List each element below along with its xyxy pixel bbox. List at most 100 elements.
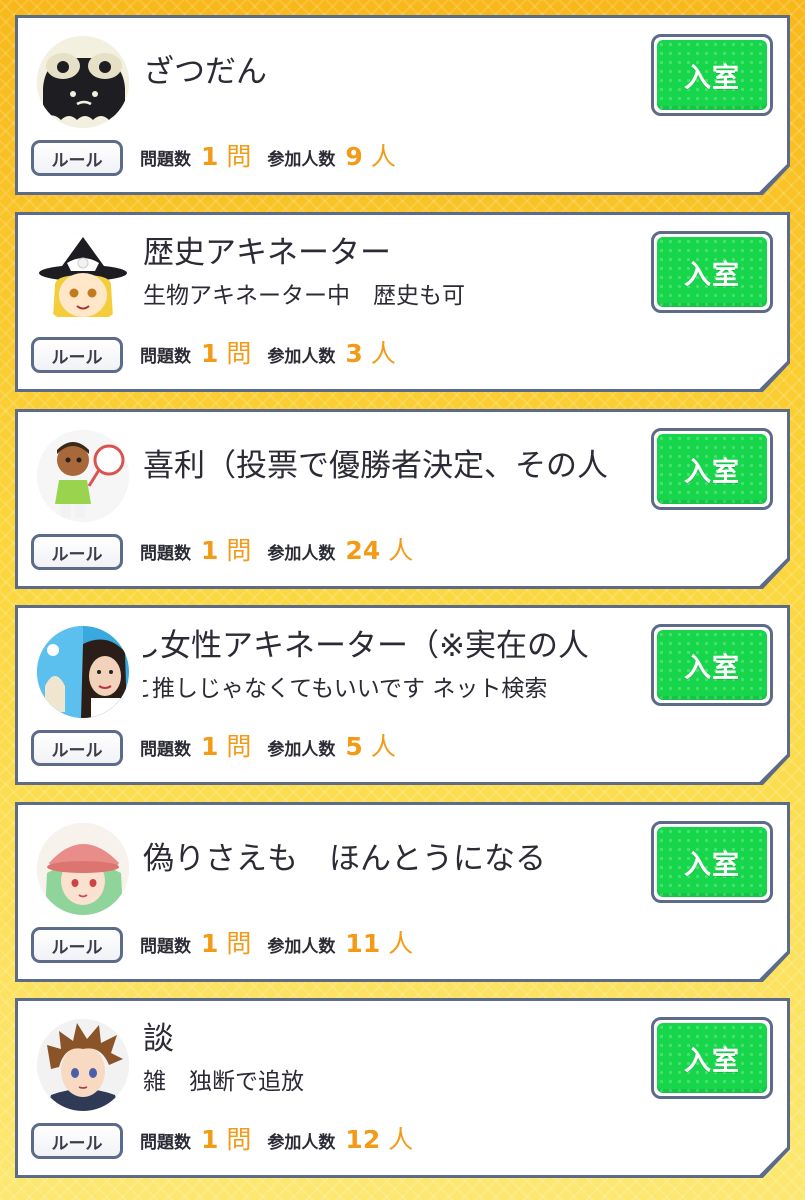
questions-label: 問題数 xyxy=(140,937,191,957)
questions-label: 問題数 xyxy=(140,740,191,760)
room-list: ざつだん 入室 ルール 問題数 1 問 参加人数 9 人 歴史アキネーター 生物… xyxy=(0,0,805,1200)
person-unit: 人 xyxy=(388,929,414,958)
room-card[interactable]: ざつだん 入室 ルール 問題数 1 問 参加人数 9 人 xyxy=(15,15,790,195)
question-unit: 問 xyxy=(226,929,252,958)
participants-label: 参加人数 xyxy=(267,544,336,564)
room-text: 偽りさえも ほんとうになる xyxy=(143,821,638,933)
room-stats: 問題数 1 問 参加人数 5 人 xyxy=(140,724,396,770)
room-stats: 問題数 1 問 参加人数 24 人 xyxy=(140,528,413,574)
rule-button-label: ルール xyxy=(51,347,103,368)
question-unit: 問 xyxy=(226,339,252,368)
rule-button[interactable]: ルール xyxy=(31,534,123,570)
participants-label: 参加人数 xyxy=(267,937,336,957)
woman-photo-avatar-icon xyxy=(37,626,129,718)
enter-room-button[interactable]: 入室 xyxy=(651,428,773,510)
enter-room-button[interactable]: 入室 xyxy=(651,821,773,903)
question-count: 1 xyxy=(201,339,219,368)
participants-label: 参加人数 xyxy=(267,740,336,760)
tennis-player-avatar-icon xyxy=(37,430,129,522)
questions-label: 問題数 xyxy=(140,150,191,170)
green-hair-girl-avatar-icon xyxy=(37,823,129,915)
participant-count: 5 xyxy=(345,732,363,761)
room-card[interactable]: 談 雑 独断で追放 入室 ルール 問題数 1 問 参加人数 12 人 xyxy=(15,998,790,1178)
enter-room-button[interactable]: 入室 xyxy=(651,1017,773,1099)
room-title: ざつだん xyxy=(143,54,267,90)
enter-room-label: 入室 xyxy=(684,1045,740,1077)
person-unit: 人 xyxy=(388,536,414,565)
person-unit: 人 xyxy=(370,732,396,761)
questions-label: 問題数 xyxy=(140,1133,191,1153)
room-card-inner: 偽りさえも ほんとうになる 入室 ルール 問題数 1 問 参加人数 11 人 xyxy=(18,805,787,979)
enter-room-label: 入室 xyxy=(684,849,740,881)
enter-room-label: 入室 xyxy=(684,62,740,94)
questions-label: 問題数 xyxy=(140,347,191,367)
participant-count: 24 xyxy=(345,536,381,565)
rule-button-label: ルール xyxy=(51,740,103,761)
room-card[interactable]: 偽りさえも ほんとうになる 入室 ルール 問題数 1 問 参加人数 11 人 xyxy=(15,802,790,982)
rule-button-label: ルール xyxy=(51,544,103,565)
room-subtitle: 雑 独断で追放 xyxy=(143,1069,304,1095)
room-card[interactable]: 歴史アキネーター 生物アキネーター中 歴史も可 入室 ルール 問題数 1 問 参… xyxy=(15,212,790,392)
room-title: 偽りさえも ほんとうになる xyxy=(143,841,546,877)
question-count: 1 xyxy=(201,536,219,565)
room-stats: 問題数 1 問 参加人数 11 人 xyxy=(140,921,413,967)
room-text: ざつだん xyxy=(143,34,638,146)
rule-button[interactable]: ルール xyxy=(31,730,123,766)
question-count: 1 xyxy=(201,732,219,761)
enter-room-label: 入室 xyxy=(684,652,740,684)
question-unit: 問 xyxy=(226,142,252,171)
black-ghost-avatar-icon xyxy=(37,36,129,128)
enter-room-button[interactable]: 入室 xyxy=(651,231,773,313)
room-subtitle: こ推しじゃなくてもいいです ネット検索 xyxy=(143,676,548,702)
enter-room-button[interactable]: 入室 xyxy=(651,34,773,116)
room-text: 談 雑 独断で追放 xyxy=(143,1017,638,1129)
participant-count: 9 xyxy=(345,142,363,171)
questions-label: 問題数 xyxy=(140,544,191,564)
participant-count: 3 xyxy=(345,339,363,368)
rule-button[interactable]: ルール xyxy=(31,337,123,373)
rule-button-label: ルール xyxy=(51,150,103,171)
participants-label: 参加人数 xyxy=(267,150,336,170)
enter-room-label: 入室 xyxy=(684,259,740,291)
rule-button[interactable]: ルール xyxy=(31,1123,123,1159)
room-stats: 問題数 1 問 参加人数 9 人 xyxy=(140,134,396,180)
room-card[interactable]: 喜利（投票で優勝者決定、その人 入室 ルール 問題数 1 問 参加人数 24 人 xyxy=(15,409,790,589)
rule-button-label: ルール xyxy=(51,1133,103,1154)
room-text: し女性アキネーター（※実在の人 こ推しじゃなくてもいいです ネット検索 xyxy=(143,624,638,736)
question-unit: 問 xyxy=(226,732,252,761)
room-card-inner: し女性アキネーター（※実在の人 こ推しじゃなくてもいいです ネット検索 入室 ル… xyxy=(18,608,787,782)
room-card-inner: 談 雑 独断で追放 入室 ルール 問題数 1 問 参加人数 12 人 xyxy=(18,1001,787,1175)
participants-label: 参加人数 xyxy=(267,347,336,367)
room-card[interactable]: し女性アキネーター（※実在の人 こ推しじゃなくてもいいです ネット検索 入室 ル… xyxy=(15,605,790,785)
brown-hair-boy-avatar-icon xyxy=(37,1019,129,1111)
participant-count: 12 xyxy=(345,1125,381,1154)
room-stats: 問題数 1 問 参加人数 3 人 xyxy=(140,331,396,377)
question-unit: 問 xyxy=(226,1125,252,1154)
enter-room-button[interactable]: 入室 xyxy=(651,624,773,706)
room-title: 喜利（投票で優勝者決定、その人 xyxy=(143,448,608,484)
room-text: 喜利（投票で優勝者決定、その人 xyxy=(143,428,638,540)
room-title: 歴史アキネーター xyxy=(143,235,391,271)
room-card-inner: 歴史アキネーター 生物アキネーター中 歴史も可 入室 ルール 問題数 1 問 参… xyxy=(18,215,787,389)
witch-character-avatar-icon xyxy=(37,233,129,325)
room-card-inner: 喜利（投票で優勝者決定、その人 入室 ルール 問題数 1 問 参加人数 24 人 xyxy=(18,412,787,586)
participant-count: 11 xyxy=(345,929,381,958)
rule-button-label: ルール xyxy=(51,937,103,958)
room-card-inner: ざつだん 入室 ルール 問題数 1 問 参加人数 9 人 xyxy=(18,18,787,192)
room-text: 歴史アキネーター 生物アキネーター中 歴史も可 xyxy=(143,231,638,343)
room-title: 談 xyxy=(143,1021,174,1057)
room-subtitle: 生物アキネーター中 歴史も可 xyxy=(143,283,465,309)
question-count: 1 xyxy=(201,1125,219,1154)
person-unit: 人 xyxy=(370,142,396,171)
question-count: 1 xyxy=(201,142,219,171)
rule-button[interactable]: ルール xyxy=(31,927,123,963)
question-unit: 問 xyxy=(226,536,252,565)
participants-label: 参加人数 xyxy=(267,1133,336,1153)
enter-room-label: 入室 xyxy=(684,456,740,488)
room-stats: 問題数 1 問 参加人数 12 人 xyxy=(140,1117,413,1163)
question-count: 1 xyxy=(201,929,219,958)
person-unit: 人 xyxy=(388,1125,414,1154)
person-unit: 人 xyxy=(370,339,396,368)
room-title: し女性アキネーター（※実在の人 xyxy=(143,628,589,664)
rule-button[interactable]: ルール xyxy=(31,140,123,176)
